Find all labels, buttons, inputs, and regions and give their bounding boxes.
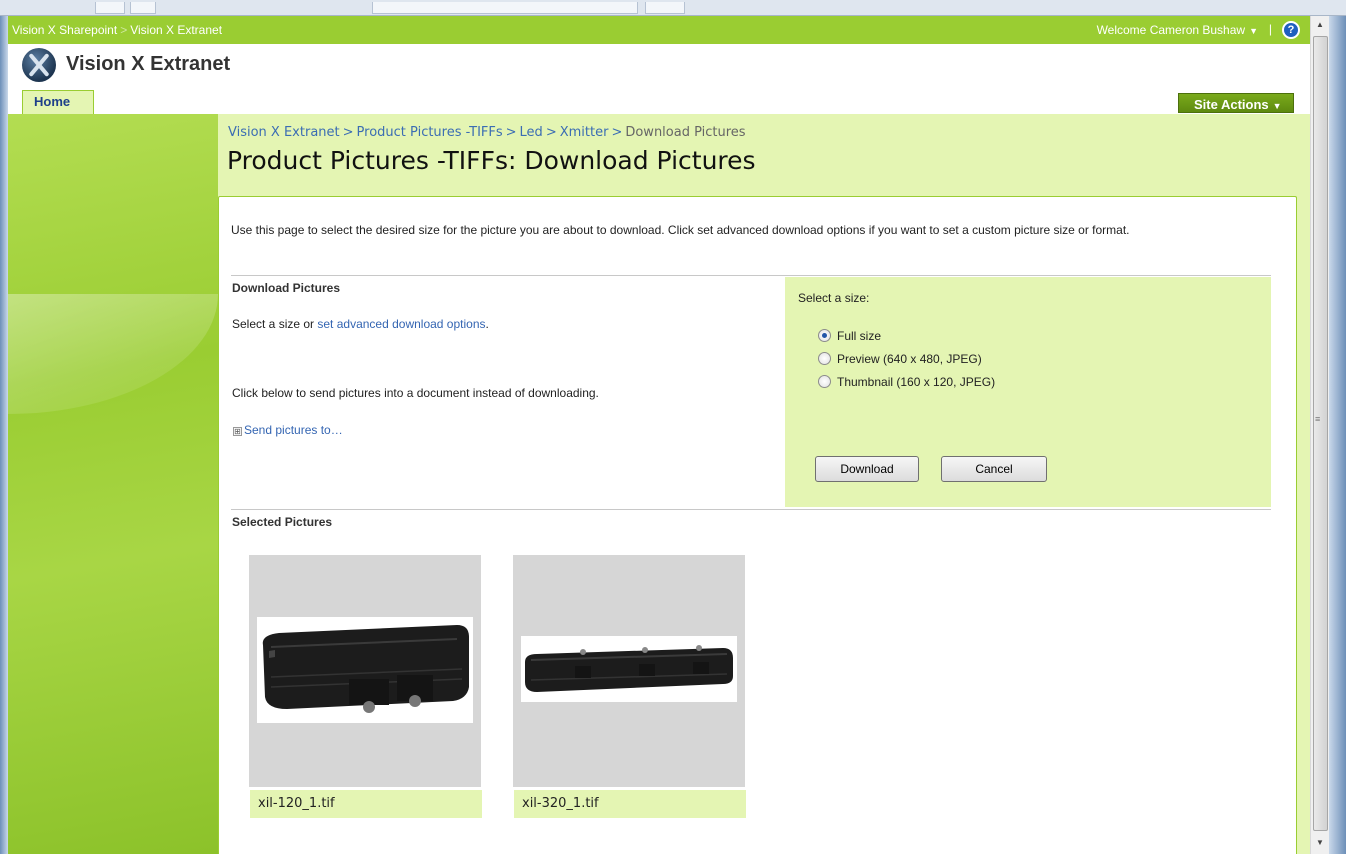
toolbar-segment: [95, 2, 125, 14]
scrollbar-thumb[interactable]: [1313, 36, 1328, 831]
light-bar-image-icon: [525, 645, 733, 692]
product-image: [521, 636, 737, 702]
browser-toolbar-edge: [0, 0, 1346, 16]
divider: |: [1268, 22, 1272, 36]
picture-thumbnail[interactable]: [249, 555, 481, 787]
breadcrumb-item[interactable]: Xmitter: [560, 125, 609, 140]
size-option-thumbnail[interactable]: Thumbnail (160 x 120, JPEG): [818, 375, 995, 389]
selected-pictures-title: Selected Pictures: [232, 515, 333, 529]
global-navigation-bar: Vision X Sharepoint > Vision X Extranet We…: [8, 16, 1310, 44]
welcome-text: Welcome Cameron Bushaw: [1096, 23, 1246, 37]
cancel-button[interactable]: Cancel: [941, 456, 1047, 482]
site-title[interactable]: Vision X Extranet: [66, 53, 230, 76]
chevron-down-icon: ▼: [1272, 101, 1282, 111]
radio-icon[interactable]: [818, 352, 831, 365]
size-option-full[interactable]: Full size: [818, 329, 881, 343]
select-size-text: Select a size or set advanced download o…: [232, 317, 489, 331]
picture-filename: xil-320_1.tif: [514, 790, 746, 818]
grip-icon: ≡: [1315, 414, 1321, 424]
select-size-label: Select a size:: [798, 291, 870, 305]
breadcrumb-separator: >: [342, 125, 354, 140]
global-crumb-extranet[interactable]: Vision X Extranet: [130, 23, 222, 37]
send-description: Click below to send pictures into a docu…: [232, 386, 599, 400]
welcome-menu[interactable]: Welcome Cameron Bushaw ▼: [1097, 23, 1258, 37]
breadcrumb-item[interactable]: Led: [520, 125, 543, 140]
window-left-border: [0, 16, 8, 854]
left-navigation-panel: [8, 114, 218, 854]
breadcrumb-separator: >: [611, 125, 623, 140]
breadcrumb-current: Download Pictures: [625, 125, 746, 140]
divider: [231, 509, 1271, 510]
download-button[interactable]: Download: [815, 456, 919, 482]
decorative-swoosh: [8, 294, 218, 414]
breadcrumb-separator: >: [505, 125, 517, 140]
crumb-separator: >: [120, 23, 128, 37]
size-option-label: Thumbnail (160 x 120, JPEG): [837, 375, 996, 389]
radio-selected-icon[interactable]: [818, 329, 831, 342]
breadcrumb-item[interactable]: Product Pictures -TIFFs: [357, 125, 503, 140]
site-actions-menu[interactable]: Site Actions ▼: [1178, 93, 1294, 113]
global-breadcrumb: Vision X Sharepoint > Vision X Extranet: [12, 23, 222, 37]
size-option-preview[interactable]: Preview (640 x 480, JPEG): [818, 352, 982, 366]
breadcrumb: Vision X Extranet > Product Pictures -TIFF…: [228, 125, 746, 140]
window-right-border: [1329, 16, 1346, 854]
picture-filename: xil-120_1.tif: [250, 790, 482, 818]
site-actions-label: Site Actions: [1194, 97, 1269, 112]
site-logo-icon[interactable]: [22, 48, 56, 82]
toolbar-segment: [372, 2, 638, 14]
select-size-prefix: Select a size or: [232, 317, 318, 331]
picture-thumbnail[interactable]: [513, 555, 745, 787]
expand-icon: ⊞: [233, 427, 242, 436]
help-icon[interactable]: ?: [1282, 21, 1300, 39]
scroll-down-icon[interactable]: ▼: [1311, 834, 1329, 852]
download-section-title: Download Pictures: [232, 281, 341, 295]
global-crumb-sharepoint[interactable]: Vision X Sharepoint: [12, 23, 117, 37]
toolbar-segment: [645, 2, 685, 14]
select-size-suffix: .: [485, 317, 489, 331]
tab-home[interactable]: Home: [22, 90, 94, 114]
breadcrumb-separator: >: [545, 125, 557, 140]
advanced-options-link[interactable]: set advanced download options: [317, 317, 485, 331]
breadcrumb-item[interactable]: Vision X Extranet: [228, 125, 340, 140]
page-title: Product Pictures -TIFFs: Download Pictur…: [227, 146, 756, 175]
site-title-row: Vision X Extranet: [8, 44, 1310, 90]
size-option-label: Preview (640 x 480, JPEG): [837, 352, 982, 366]
send-pictures-link[interactable]: ⊞ Send pictures to…: [233, 423, 343, 437]
intro-text: Use this page to select the desired size…: [231, 223, 1130, 237]
chevron-down-icon: ▼: [1249, 26, 1258, 36]
product-image: [257, 617, 473, 723]
scroll-up-icon[interactable]: ▲: [1311, 16, 1329, 34]
size-selection-panel: Select a size: Full size Preview (640 x …: [785, 277, 1271, 507]
divider: [231, 275, 1271, 276]
main-content-panel: Use this page to select the desired size…: [218, 196, 1297, 854]
top-navigation: Home Site Actions ▼: [8, 90, 1310, 114]
vertical-scrollbar[interactable]: ▲ ≡ ▼: [1310, 16, 1329, 854]
radio-icon[interactable]: [818, 375, 831, 388]
toolbar-segment: [130, 2, 156, 14]
light-bar-image-icon: [262, 625, 469, 713]
send-pictures-label: Send pictures to…: [244, 423, 343, 437]
size-option-label: Full size: [837, 329, 882, 343]
